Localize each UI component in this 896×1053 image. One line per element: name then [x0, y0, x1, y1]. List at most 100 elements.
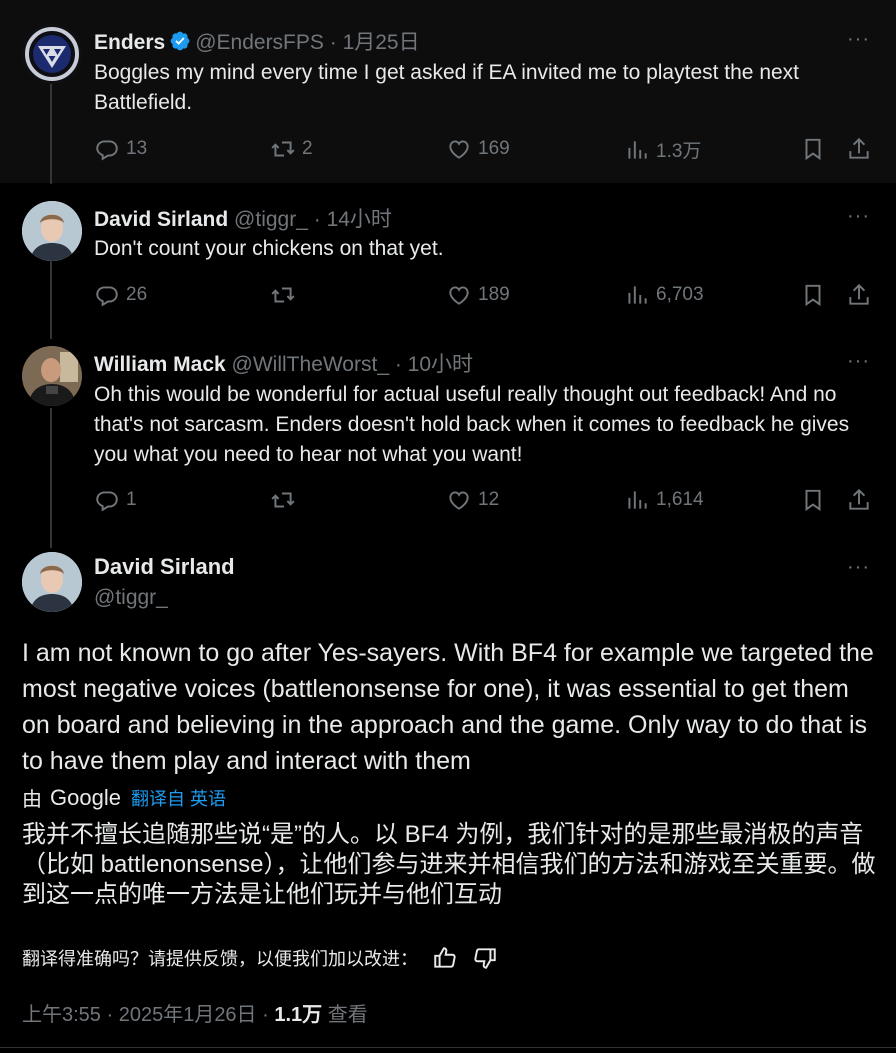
retweet-count: 2: [302, 138, 313, 159]
main-author-handle[interactable]: @tiggr_: [94, 586, 168, 610]
like-count: 12: [478, 489, 500, 510]
reply-count: 1: [126, 489, 137, 510]
view-count: 1.1万: [274, 1004, 323, 1026]
enders-logo-icon: [23, 25, 81, 83]
tweet-enders[interactable]: Enders @EndersFPS · 1月25日 ··· Boggles my …: [0, 0, 896, 184]
william-avatar: [22, 346, 82, 406]
views-icon: [628, 491, 647, 509]
tweet-actions: 1 12 1,614: [94, 487, 870, 517]
share-button[interactable]: [846, 282, 872, 308]
author-name[interactable]: William Mack: [94, 353, 226, 376]
share-button[interactable]: [846, 136, 872, 162]
feedback-prompt: 翻译得准确吗？请提供反馈，以便我们加以改进：: [22, 949, 418, 969]
tweet-time[interactable]: 10小时: [408, 353, 473, 376]
reply-button[interactable]: 1: [94, 487, 137, 513]
retweet-icon: [271, 287, 295, 303]
retweet-button[interactable]: 2: [270, 136, 313, 162]
google-logo: Google: [50, 784, 121, 810]
bookmark-icon: [805, 489, 821, 512]
more-options-icon[interactable]: ···: [847, 205, 870, 228]
reply-icon: [96, 286, 118, 307]
tweet-text: Oh this would be wonderful for actual us…: [94, 383, 850, 466]
translation-feedback: 翻译得准确吗？请提供反馈，以便我们加以改进：: [22, 945, 498, 971]
translated-text: 我并不擅长追随那些说“是”的人。以 BF4 为例，我们针对的是那些最消极的声音（…: [22, 821, 876, 908]
tweet-william[interactable]: William Mack @WillTheWorst_ · 10小时 ··· O…: [0, 330, 896, 548]
thread-line: [50, 408, 52, 548]
translated-by-prefix: 由: [22, 789, 42, 811]
avatar-enders[interactable]: [22, 24, 82, 84]
tweet-header: David Sirland @tiggr_ · 14小时: [94, 208, 392, 231]
views-label: 查看: [322, 1004, 368, 1026]
david-avatar: [22, 552, 82, 612]
bookmark-button[interactable]: [800, 136, 826, 162]
retweet-button[interactable]: [270, 282, 302, 308]
retweet-button[interactable]: [270, 487, 302, 513]
views-count: 1,614: [656, 489, 704, 510]
tweet-time[interactable]: 14小时: [327, 208, 392, 231]
like-count: 169: [478, 138, 510, 159]
thumbs-down-icon[interactable]: [472, 945, 498, 971]
share-icon: [849, 137, 869, 159]
reply-button[interactable]: 13: [94, 136, 147, 162]
views-button[interactable]: 1.3万: [624, 136, 701, 163]
tweet-time[interactable]: 1月25日: [343, 31, 420, 54]
translated-from-link[interactable]: 翻译自 英语: [131, 785, 226, 811]
share-button[interactable]: [846, 487, 872, 513]
tweet-actions: 26 189 6,703: [94, 282, 870, 312]
author-name[interactable]: David Sirland: [94, 208, 228, 231]
share-icon: [849, 283, 869, 305]
bookmark-icon: [805, 138, 821, 161]
thread-line: [50, 84, 52, 184]
tweet-text: Don't count your chickens on that yet.: [94, 237, 444, 260]
author-handle[interactable]: @WillTheWorst_: [232, 353, 389, 376]
views-icon: [628, 140, 647, 159]
main-author-name[interactable]: David Sirland: [94, 554, 235, 580]
main-tweet-text: I am not known to go after Yes-sayers. W…: [22, 639, 874, 775]
tweet-david-reply[interactable]: David Sirland @tiggr_ · 14小时 ··· Don't c…: [0, 183, 896, 339]
reply-button[interactable]: 26: [94, 282, 147, 308]
bookmark-icon: [805, 284, 821, 307]
like-count: 189: [478, 284, 510, 305]
tweet-text: Boggles my mind every time I get asked i…: [94, 61, 800, 114]
more-options-icon[interactable]: ···: [847, 350, 870, 373]
divider: [0, 1047, 896, 1048]
like-button[interactable]: 12: [446, 487, 499, 513]
bookmark-button[interactable]: [800, 282, 826, 308]
author-handle[interactable]: @EndersFPS: [195, 31, 324, 54]
retweet-icon: [271, 141, 295, 157]
views-button[interactable]: 1,614: [624, 487, 704, 513]
tweet-timestamp[interactable]: 上午3:55 · 2025年1月26日 ·: [22, 1004, 274, 1026]
avatar-david[interactable]: [22, 201, 82, 261]
bookmark-button[interactable]: [800, 487, 826, 513]
david-avatar: [22, 201, 82, 261]
tweet-header: William Mack @WillTheWorst_ · 10小时: [94, 353, 474, 376]
heart-icon: [449, 286, 469, 305]
share-icon: [849, 488, 869, 510]
reply-count: 26: [126, 284, 148, 305]
like-button[interactable]: 169: [446, 136, 510, 162]
avatar-david-main[interactable]: [22, 552, 82, 612]
thread-line: [50, 261, 52, 339]
translation-attribution: 由 Google 翻译自 英语: [22, 783, 226, 812]
tweet-footer: 上午3:55 · 2025年1月26日 · 1.1万 查看: [22, 998, 368, 1027]
thumbs-up-icon[interactable]: [432, 945, 458, 971]
tweet-header: Enders @EndersFPS · 1月25日: [94, 26, 420, 58]
verified-badge-icon: [169, 30, 191, 58]
views-icon: [628, 286, 647, 304]
more-options-icon[interactable]: ···: [847, 556, 870, 579]
views-count: 1.3万: [656, 141, 702, 162]
reply-icon: [96, 140, 118, 161]
tweet-actions: 13 2 169 1.3万: [94, 136, 870, 166]
reply-count: 13: [126, 138, 148, 159]
author-handle[interactable]: @tiggr_: [234, 208, 308, 231]
heart-icon: [449, 491, 469, 510]
retweet-icon: [271, 492, 295, 508]
more-options-icon[interactable]: ···: [847, 28, 870, 51]
reply-icon: [96, 491, 118, 512]
author-name[interactable]: Enders: [94, 31, 165, 54]
views-count: 6,703: [656, 284, 704, 305]
like-button[interactable]: 189: [446, 282, 510, 308]
views-button[interactable]: 6,703: [624, 282, 704, 308]
heart-icon: [449, 140, 469, 159]
avatar-william[interactable]: [22, 346, 82, 406]
